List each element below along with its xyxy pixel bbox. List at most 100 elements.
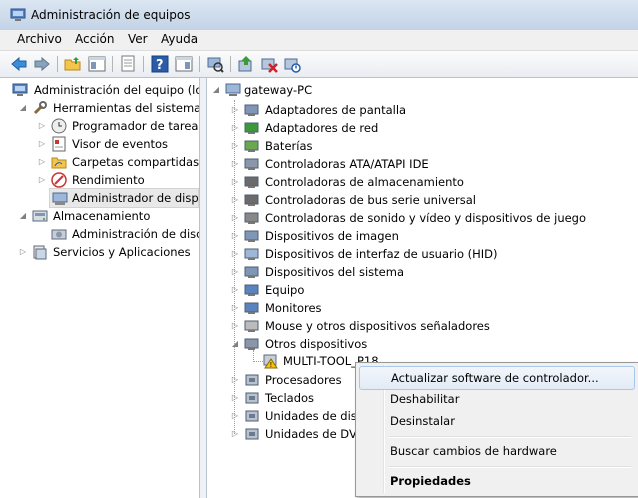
menu-archivo[interactable]: Archivo <box>17 32 62 46</box>
hid-device-icon <box>244 246 260 262</box>
collapsed-arrow-icon[interactable]: ▷ <box>230 191 240 209</box>
expanded-arrow-icon[interactable]: ◢ <box>230 335 240 353</box>
collapsed-arrow-icon[interactable]: ▷ <box>230 317 240 335</box>
tree-item-device-category[interactable]: ▷ Controladoras de sonido y vídeo y dispo… <box>207 209 627 227</box>
uninstall-icon[interactable] <box>260 55 278 73</box>
tree-item-computer-management[interactable]: Administración del equipo (loc <box>0 81 199 99</box>
imaging-device-icon <box>244 228 260 244</box>
disable-menu-item[interactable]: Deshabilitar <box>359 388 633 410</box>
computer-icon <box>244 282 260 298</box>
collapsed-arrow-icon[interactable]: ▷ <box>230 299 240 317</box>
dvd-drive-icon <box>244 426 260 442</box>
collapsed-arrow-icon[interactable]: ▷ <box>230 389 240 407</box>
tree-item-shared-folders[interactable]: ▷ Carpetas compartidas <box>0 153 199 171</box>
collapsed-arrow-icon[interactable]: ▷ <box>37 153 47 171</box>
scan-hardware-icon[interactable] <box>206 55 224 73</box>
collapsed-arrow-icon[interactable]: ▷ <box>230 155 240 173</box>
collapsed-arrow-icon[interactable]: ▷ <box>230 245 240 263</box>
menu-accion[interactable]: Acción <box>75 32 114 46</box>
storage-controller-icon <box>244 174 260 190</box>
show-hide-tree-icon[interactable] <box>88 55 106 73</box>
back-arrow-icon[interactable] <box>10 55 28 73</box>
tools-icon <box>32 100 48 116</box>
tree-item-services-applications[interactable]: ▷ Servicios y Aplicaciones <box>0 243 199 261</box>
tree-item-device-manager[interactable]: Administrador de dispo <box>49 188 199 208</box>
navigation-tree: Administración del equipo (loc ◢ Herrami… <box>0 78 200 498</box>
collapsed-arrow-icon[interactable]: ▷ <box>230 407 240 425</box>
menu-item-label: Buscar cambios de hardware <box>390 444 557 458</box>
scan-hardware-menu-item[interactable]: Buscar cambios de hardware <box>359 440 633 462</box>
tree-item-device-category[interactable]: ▷ Dispositivos de interfaz de usuario (HI… <box>207 245 627 263</box>
menu-ver[interactable]: Ver <box>128 32 148 46</box>
tree-label: Unidades de disc <box>265 409 364 423</box>
tree-item-computer-root[interactable]: ◢ gateway-PC <box>207 81 627 99</box>
collapsed-arrow-icon[interactable]: ▷ <box>230 119 240 137</box>
tree-item-device-category[interactable]: ▷ Controladoras ATA/ATAPI IDE <box>207 155 627 173</box>
tree-item-device-category[interactable]: ▷ Equipo <box>207 281 627 299</box>
clock-icon <box>51 118 67 134</box>
tree-item-device-category[interactable]: ▷ Monitores <box>207 299 627 317</box>
usb-controller-icon <box>244 192 260 208</box>
expanded-arrow-icon[interactable]: ◢ <box>18 99 28 117</box>
tree-item-device-category[interactable]: ▷ Baterías <box>207 137 627 155</box>
update-driver-icon[interactable] <box>237 55 255 73</box>
collapsed-arrow-icon[interactable]: ▷ <box>37 135 47 153</box>
collapsed-arrow-icon[interactable]: ▷ <box>230 425 240 443</box>
tree-label: Rendimiento <box>72 173 145 187</box>
toolbar-separator <box>199 56 200 72</box>
tree-item-device-category[interactable]: ▷ Adaptadores de red <box>207 119 627 137</box>
tree-item-disk-management[interactable]: Administración de disco <box>0 225 199 243</box>
up-folder-icon[interactable] <box>64 55 82 73</box>
network-adapter-icon <box>244 120 260 136</box>
show-hide-action-pane-icon[interactable] <box>175 55 193 73</box>
tree-label: Servicios y Aplicaciones <box>53 245 191 259</box>
tree-label: Teclados <box>265 391 315 405</box>
pane-splitter[interactable] <box>200 78 207 498</box>
collapsed-arrow-icon[interactable]: ▷ <box>230 281 240 299</box>
keyboard-icon <box>244 390 260 406</box>
collapsed-arrow-icon[interactable]: ▷ <box>37 117 47 135</box>
collapsed-arrow-icon[interactable]: ▷ <box>37 171 47 189</box>
tree-item-device-category[interactable]: ▷ Controladoras de almacenamiento <box>207 173 627 191</box>
expanded-arrow-icon[interactable]: ◢ <box>211 81 221 99</box>
tree-item-task-scheduler[interactable]: ▷ Programador de tareas <box>0 117 199 135</box>
tree-item-device-category[interactable]: ▷ Dispositivos del sistema <box>207 263 627 281</box>
collapsed-arrow-icon[interactable]: ▷ <box>230 173 240 191</box>
collapsed-arrow-icon[interactable]: ▷ <box>230 137 240 155</box>
forward-arrow-icon[interactable] <box>33 55 51 73</box>
collapsed-arrow-icon[interactable]: ▷ <box>230 209 240 227</box>
collapsed-arrow-icon[interactable]: ▷ <box>230 227 240 245</box>
update-driver-menu-item[interactable]: Actualizar software de controlador... <box>359 366 635 390</box>
tree-label: Almacenamiento <box>53 209 151 223</box>
collapsed-arrow-icon[interactable]: ▷ <box>230 371 240 389</box>
disable-device-icon[interactable] <box>283 55 301 73</box>
tree-item-device-category[interactable]: ▷ Controladoras de bus serie universal <box>207 191 627 209</box>
toolbar: ? <box>0 51 638 78</box>
tree-item-device-category[interactable]: ◢ Otros dispositivos <box>207 335 627 353</box>
tree-item-device-category[interactable]: ▷ Adaptadores de pantalla <box>207 101 627 119</box>
export-list-icon[interactable] <box>119 55 137 73</box>
mouse-icon <box>244 318 260 334</box>
tree-label: Monitores <box>265 301 322 315</box>
performance-icon <box>51 172 67 188</box>
tree-item-system-tools[interactable]: ◢ Herramientas del sistema <box>0 99 199 117</box>
display-adapter-icon <box>244 102 260 118</box>
tree-item-device-category[interactable]: ▷ Mouse y otros dispositivos señaladores <box>207 317 627 335</box>
tree-item-performance[interactable]: ▷ Rendimiento <box>0 171 199 189</box>
tree-item-device-category[interactable]: ▷ Dispositivos de imagen <box>207 227 627 245</box>
menu-ayuda[interactable]: Ayuda <box>161 32 198 46</box>
expanded-arrow-icon[interactable]: ◢ <box>18 207 28 225</box>
help-icon[interactable]: ? <box>151 55 169 73</box>
uninstall-menu-item[interactable]: Desinstalar <box>359 410 633 432</box>
tree-label: Procesadores <box>265 373 342 387</box>
collapsed-arrow-icon[interactable]: ▷ <box>230 101 240 119</box>
tree-label: Controladoras de bus serie universal <box>265 193 476 207</box>
tree-item-event-viewer[interactable]: ▷ Visor de eventos <box>0 135 199 153</box>
collapsed-arrow-icon[interactable]: ▷ <box>230 263 240 281</box>
title-bar: Administración de equipos <box>0 0 638 31</box>
shared-folder-icon <box>51 154 67 170</box>
collapsed-arrow-icon[interactable]: ▷ <box>18 243 28 261</box>
menu-separator <box>389 466 631 468</box>
properties-menu-item[interactable]: Propiedades <box>359 470 633 492</box>
tree-item-storage[interactable]: ◢ Almacenamiento <box>0 207 199 225</box>
